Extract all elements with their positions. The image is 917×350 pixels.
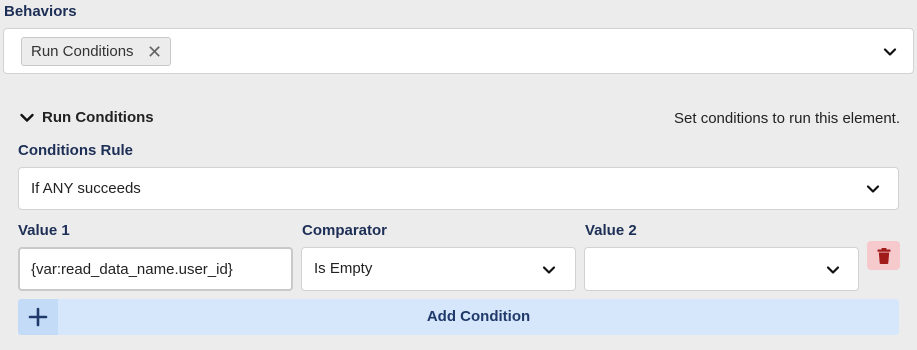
value2-select[interactable]: [584, 247, 859, 291]
delete-condition-button[interactable]: [867, 241, 900, 270]
comparator-label: Comparator: [302, 222, 388, 239]
chevron-down-icon: [826, 266, 840, 274]
conditions-rule-label: Conditions Rule: [18, 142, 133, 159]
comparator-value: Is Empty: [314, 260, 373, 277]
add-condition-button[interactable]: Add Condition: [18, 299, 899, 335]
value1-text: {var:read_data_name.user_id}: [31, 261, 233, 278]
run-conditions-title[interactable]: Run Conditions: [42, 109, 154, 126]
chevron-down-icon[interactable]: [883, 45, 897, 59]
value2-label: Value 2: [585, 222, 637, 239]
remove-x-icon[interactable]: ✕: [147, 42, 162, 63]
behaviors-label: Behaviors: [4, 3, 77, 20]
chevron-down-icon: [866, 185, 880, 193]
chevron-down-icon[interactable]: [18, 109, 36, 127]
chevron-down-icon: [542, 266, 556, 274]
run-conditions-description: Set conditions to run this element.: [674, 110, 900, 127]
trash-icon: [877, 247, 890, 264]
behavior-tag-run-conditions: Run Conditions ✕: [21, 37, 171, 66]
plus-icon: [18, 299, 58, 335]
value1-input[interactable]: {var:read_data_name.user_id}: [18, 247, 293, 291]
comparator-select[interactable]: Is Empty: [301, 247, 576, 291]
add-condition-label: Add Condition: [426, 308, 531, 325]
conditions-rule-value: If ANY succeeds: [31, 180, 141, 197]
behaviors-select[interactable]: Run Conditions ✕: [3, 28, 914, 74]
behavior-tag-label: Run Conditions: [31, 43, 134, 60]
value1-label: Value 1: [18, 222, 70, 239]
conditions-rule-select[interactable]: If ANY succeeds: [18, 167, 899, 210]
